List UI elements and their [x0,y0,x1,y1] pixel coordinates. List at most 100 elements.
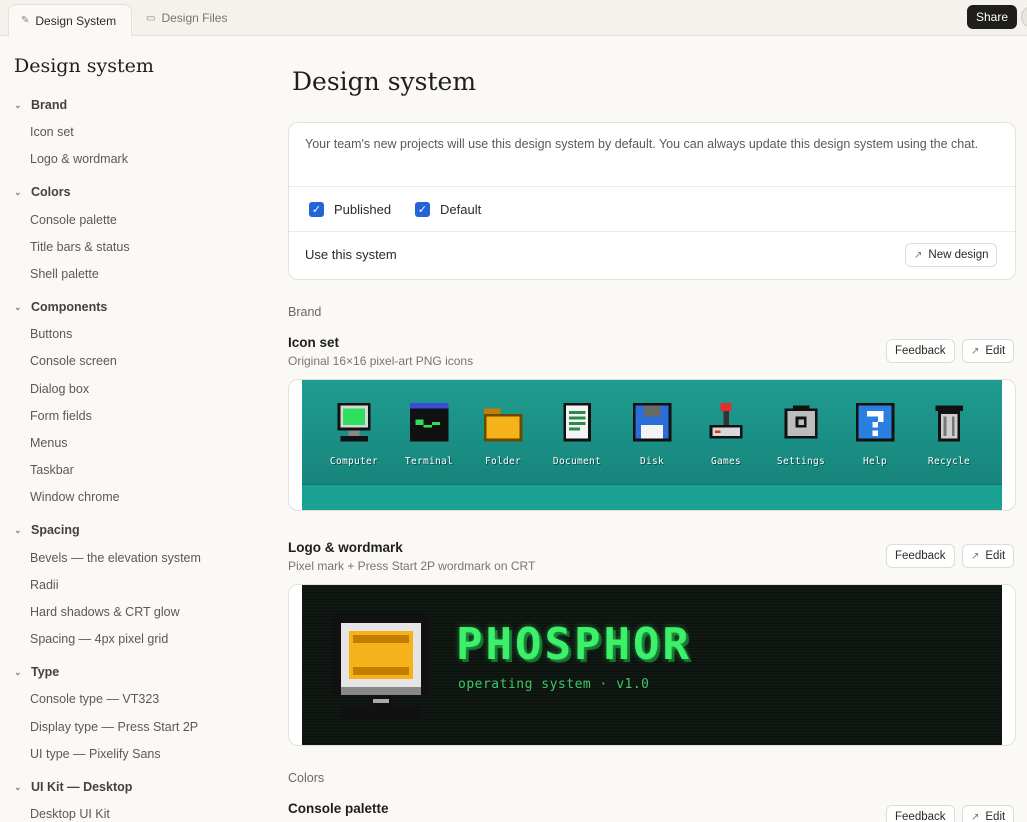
new-design-button[interactable]: ↗ New design [905,243,998,267]
tab-label: Design System [35,13,117,28]
check-icon: ✓ [415,201,430,217]
published-checkbox[interactable]: ✓ Published [309,199,391,219]
teal-desktop: Computer Terminal Folder Document Disk G… [302,380,1002,510]
icon-settings: Settings [764,400,838,467]
sidebar-item-window-chrome[interactable]: Window chrome [30,488,120,506]
sidebar-item-pixel-grid[interactable]: Spacing — 4px pixel grid [30,630,168,648]
info-card: Your team's new projects will use this d… [288,122,1016,280]
icon-set-subtitle: Original 16×16 pixel-art PNG icons [288,354,474,368]
wordmark: PHOSPHOR [456,619,692,670]
icon-help: Help [838,400,912,467]
sidebar-title: Design system [14,55,154,77]
logo-subtitle: Pixel mark + Press Start 2P wordmark on … [288,559,536,573]
sidebar-item-display-type[interactable]: Display type — Press Start 2P [30,718,198,736]
chevron-down-icon: ⌄ [14,186,22,197]
help-icon [855,402,895,442]
sidebar-item-buttons[interactable]: Buttons [30,325,72,343]
feedback-button[interactable]: Feedback [886,339,955,363]
edit-button[interactable]: ↗ Edit [962,805,1015,822]
default-label: Default [440,201,482,217]
sidebar-item-dialog-box[interactable]: Dialog box [30,380,89,398]
arrow-up-right-icon: ↗ [971,550,980,562]
sidebar-group-brand[interactable]: ⌄ Brand [14,95,67,115]
icon-games: Games [689,400,763,467]
sidebar-item-form-fields[interactable]: Form fields [30,407,92,425]
page-title: Design system [292,67,477,96]
sidebar-item-desktop-ui-kit[interactable]: Desktop UI Kit [30,805,110,822]
icon-terminal: Terminal [392,400,466,467]
sidebar-item-bevels[interactable]: Bevels — the elevation system [30,549,201,567]
sidebar-item-title-bars-status[interactable]: Title bars & status [30,238,130,256]
sidebar-item-hard-shadows[interactable]: Hard shadows & CRT glow [30,603,180,621]
icon-computer: Computer [317,400,391,467]
file-icon: ▭ [146,12,156,24]
crt-screen: PHOSPHOR operating system · v1.0 [302,585,1002,745]
chevron-down-icon: ⌄ [14,99,22,110]
tab-design-system[interactable]: ✎ Design System [8,4,132,36]
icon-document: Document [540,400,614,467]
use-system-label: Use this system [305,247,397,262]
sidebar-item-taskbar[interactable]: Taskbar [30,461,74,479]
taskbar-band [302,484,1002,510]
sidebar-item-console-screen[interactable]: Console screen [30,352,117,370]
chevron-down-icon: ⌄ [14,524,22,535]
pen-icon: ✎ [21,15,30,26]
info-text: Your team's new projects will use this d… [305,137,979,151]
tab-design-files[interactable]: ▭ Design Files [134,5,239,31]
divider [289,186,1015,187]
sidebar-item-radii[interactable]: Radii [30,576,59,594]
sidebar-item-logo-wordmark[interactable]: Logo & wordmark [30,150,128,168]
sidebar-item-console-type[interactable]: Console type — VT323 [30,690,159,708]
folder-icon [483,408,523,442]
feedback-button[interactable]: Feedback [886,805,955,822]
share-button[interactable]: Share [966,5,1017,29]
published-label: Published [334,201,392,217]
avatar[interactable] [1021,6,1027,28]
arrow-up-right-icon: ↗ [914,249,923,261]
sidebar-group-type[interactable]: ⌄ Type [14,662,59,682]
sidebar-group-colors[interactable]: ⌄ Colors [14,182,71,202]
logo-title: Logo & wordmark [288,540,403,555]
terminal-icon [409,402,449,442]
gear-icon [784,405,818,439]
icon-set-preview: Computer Terminal Folder Document Disk G… [288,379,1016,511]
section-label-brand: Brand [288,305,322,319]
disk-icon [632,402,672,442]
icon-folder: Folder [466,400,540,467]
main-content: Design system Your team's new projects w… [288,37,1016,822]
check-icon: ✓ [309,201,324,217]
default-checkbox[interactable]: ✓ Default [415,199,481,219]
chevron-down-icon: ⌄ [14,781,22,792]
arrow-up-right-icon: ↗ [971,345,980,357]
sidebar-item-icon-set[interactable]: Icon set [30,123,74,141]
arrow-up-right-icon: ↗ [971,811,980,822]
computer-icon [337,402,371,442]
trash-icon [935,405,963,442]
sidebar: Design system ⌄ Brand Icon set Logo & wor… [0,37,262,822]
icon-recycle: Recycle [912,400,986,467]
edit-button[interactable]: ↗ Edit [962,339,1015,363]
pixel-computer-logo [333,615,429,719]
sidebar-item-menus[interactable]: Menus [30,434,68,452]
document-icon [563,402,591,442]
console-palette-title: Console palette [288,801,389,816]
section-label-colors: Colors [288,771,325,785]
chevron-down-icon: ⌄ [14,301,22,312]
divider [289,231,1015,232]
sidebar-group-ui-kit[interactable]: ⌄ UI Kit — Desktop [14,777,132,797]
chevron-down-icon: ⌄ [14,666,22,677]
tab-bar: ✎ Design System ▭ Design Files Share [0,0,1027,36]
icon-disk: Disk [615,400,689,467]
tagline: operating system · v1.0 [458,677,650,692]
tab-label: Design Files [161,11,228,25]
icon-set-title: Icon set [288,335,340,350]
logo-preview: PHOSPHOR operating system · v1.0 [288,584,1016,746]
feedback-button[interactable]: Feedback [886,544,955,568]
edit-button[interactable]: ↗ Edit [962,544,1015,568]
sidebar-item-shell-palette[interactable]: Shell palette [30,265,99,283]
sidebar-item-ui-type[interactable]: UI type — Pixelify Sans [30,745,161,763]
sidebar-group-components[interactable]: ⌄ Components [14,297,107,317]
joystick-icon [709,402,743,439]
sidebar-group-spacing[interactable]: ⌄ Spacing [14,520,80,540]
sidebar-item-console-palette[interactable]: Console palette [30,211,117,229]
